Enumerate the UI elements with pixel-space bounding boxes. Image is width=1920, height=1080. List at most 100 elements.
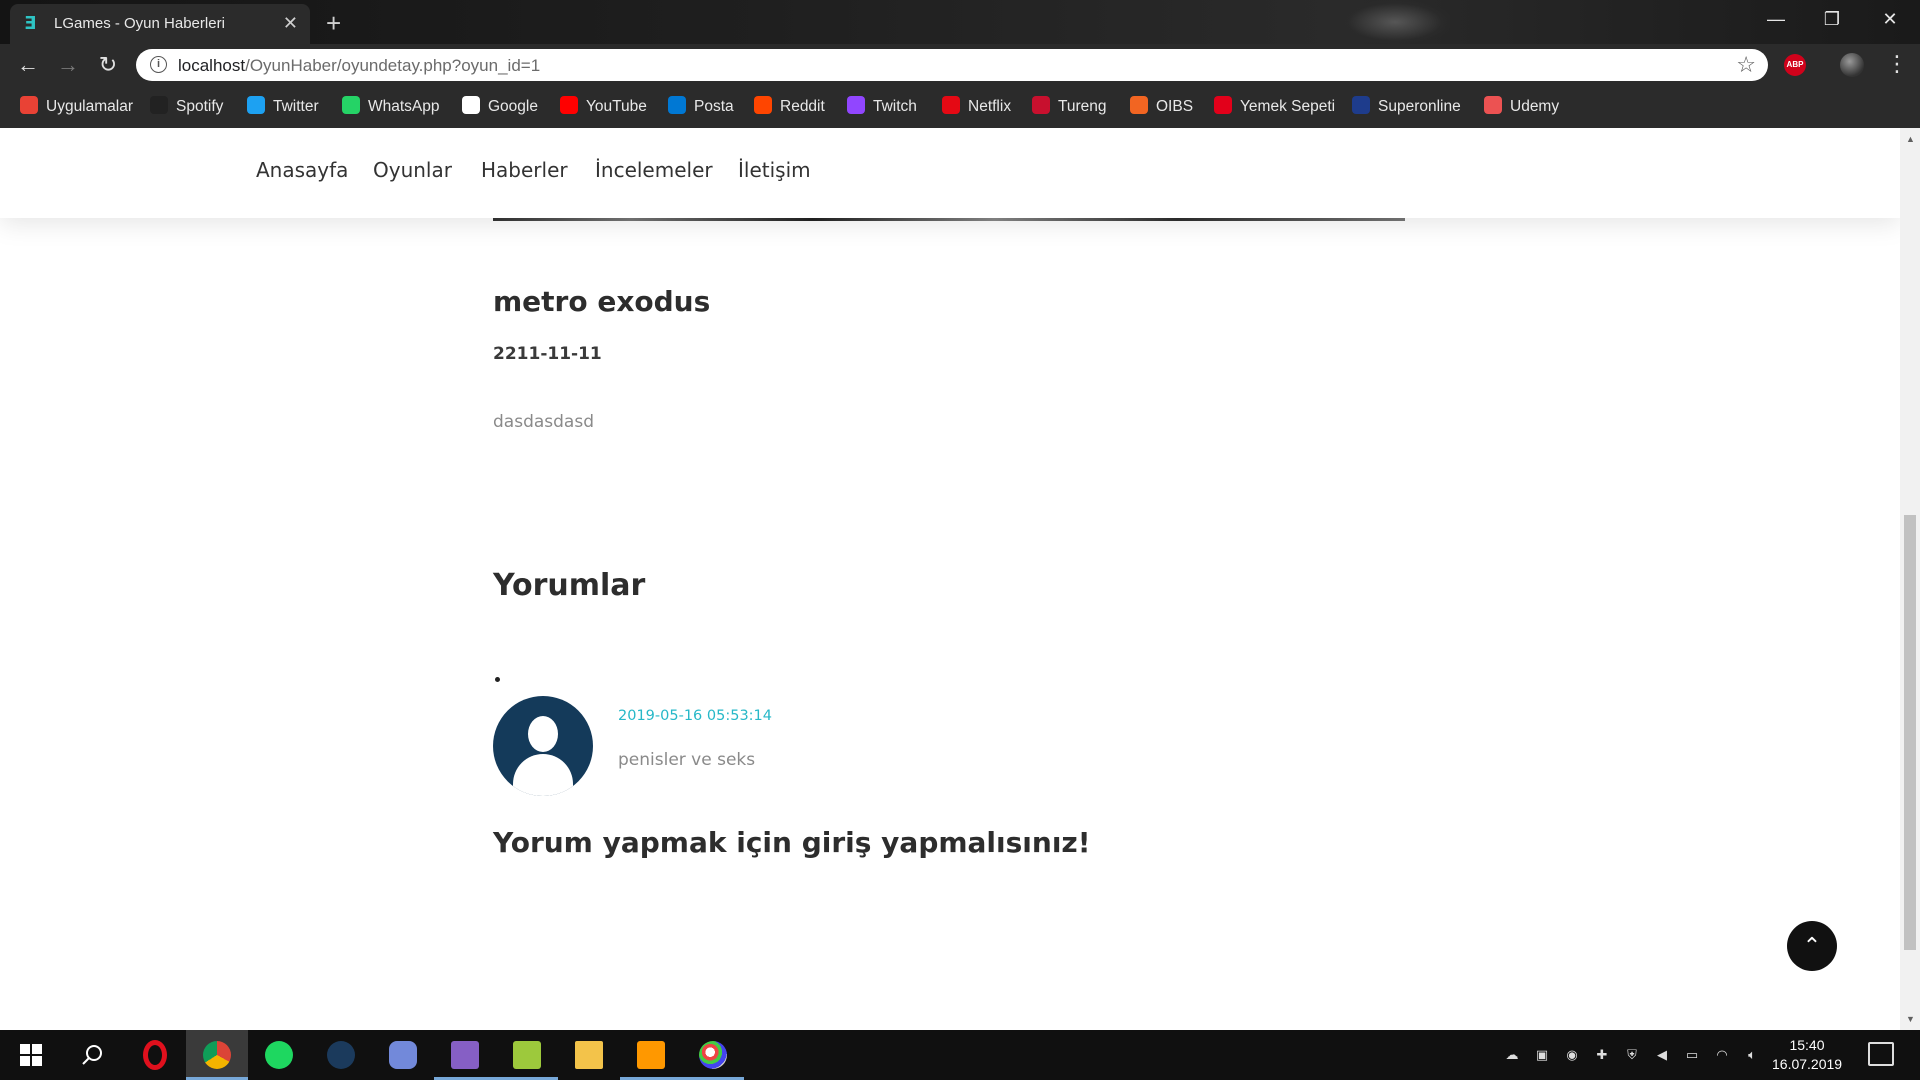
game-title: metro exodus [493,285,711,318]
volume-icon[interactable]: 🔈︎ [1742,1045,1762,1065]
bookmark-star-icon[interactable]: ☆ [1736,52,1756,78]
bookmark-oibs[interactable]: OIBS [1130,96,1193,118]
alert-icon[interactable]: ◀ [1652,1045,1672,1065]
google-icon [462,96,480,114]
bookmark-whatsapp[interactable]: WhatsApp [342,96,440,118]
antivirus-icon[interactable]: ✚ [1592,1045,1612,1065]
bookmark-tureng[interactable]: Tureng [1032,96,1107,118]
twitch-icon [847,96,865,114]
windows-start-icon[interactable] [0,1030,62,1080]
netflix-icon [942,96,960,114]
list-bullet [495,677,500,682]
login-required-note: Yorum yapmak için giriş yapmalısınız! [493,826,1091,859]
bookmark-label: Superonline [1378,98,1461,115]
discord-icon[interactable] [372,1030,434,1080]
forward-arrow-icon[interactable]: → [54,52,82,78]
game-release-date: 2211-11-11 [493,344,602,364]
nav-link-haberler[interactable]: Haberler [481,158,568,182]
browser-menu-icon[interactable]: ⋮ [1886,51,1908,77]
browser-toolbar: ← → ↻ i localhost/OyunHaber/oyundetay.ph… [0,44,1920,86]
action-center-icon[interactable] [1868,1042,1894,1066]
bookmark-label: Posta [694,98,734,115]
spotify-icon[interactable] [248,1030,310,1080]
file-explorer-icon[interactable] [558,1030,620,1080]
page-viewport: Anasayfa Oyunlar Haberler İncelemeler İl… [0,128,1900,1030]
bookmark-netflix[interactable]: Netflix [942,96,1011,118]
minimize-button[interactable]: — [1748,0,1804,40]
paint-icon[interactable] [682,1030,744,1080]
bookmark-yemek-sepeti[interactable]: Yemek Sepeti [1214,96,1335,118]
nav-link-oyunlar[interactable]: Oyunlar [373,158,452,182]
outlook-icon [668,96,686,114]
bookmark-uygulamalar[interactable]: Uygulamalar [20,96,133,118]
bookmark-label: OIBS [1156,98,1194,115]
sublime-text-icon[interactable] [620,1030,682,1080]
bookmark-label: YouTube [586,98,647,115]
yemeksepeti-icon [1214,96,1232,114]
search-icon[interactable] [62,1030,124,1080]
page-scrollbar[interactable]: ▲ ▼ [1900,128,1920,1030]
browser-tab[interactable]: Ǝ LGames - Oyun Haberleri ✕ [10,4,310,44]
youtube-icon [560,96,578,114]
steam-icon[interactable] [310,1030,372,1080]
bookmark-label: Udemy [1510,98,1560,115]
chrome-icon[interactable] [186,1030,248,1080]
address-bar[interactable]: i localhost/OyunHaber/oyundetay.php?oyun… [136,49,1768,81]
bookmark-posta[interactable]: Posta [668,96,734,118]
avatar-body-shape [513,754,573,796]
bookmark-twitter[interactable]: Twitter [247,96,319,118]
battery-icon[interactable]: ▭ [1682,1045,1702,1065]
profile-avatar[interactable] [1840,53,1864,77]
bookmark-label: Tureng [1058,98,1107,115]
chevron-up-icon: ⌃ [1802,933,1822,958]
windows-taskbar: ☁ ▣ ◉ ✚ ⛨ ◀ ▭ ◠ 🔈︎ 15:40 16.07.2019 [0,1030,1920,1080]
bookmark-superonline[interactable]: Superonline [1352,96,1461,118]
bookmark-label: Twitch [873,98,917,115]
display-icon[interactable]: ▣ [1532,1045,1552,1065]
back-arrow-icon[interactable]: ← [14,52,42,78]
restore-button[interactable]: ❐ [1804,0,1860,40]
bookmark-udemy[interactable]: Udemy [1484,96,1559,118]
scrollbar-thumb[interactable] [1904,515,1916,950]
new-tab-button[interactable]: + [326,8,341,39]
notepad-plus-icon[interactable] [496,1030,558,1080]
shield-icon[interactable]: ⛨ [1622,1045,1642,1065]
avatar-head-shape [528,716,558,752]
superonline-icon [1352,96,1370,114]
bookmark-label: Reddit [780,98,825,115]
nav-link-anasayfa[interactable]: Anasayfa [256,158,348,182]
visual-studio-icon[interactable] [434,1030,496,1080]
reload-icon[interactable]: ↻ [94,52,122,78]
bookmark-reddit[interactable]: Reddit [754,96,825,118]
close-window-button[interactable]: ✕ [1862,0,1918,40]
nav-link-incelemeler[interactable]: İncelemeler [595,158,713,182]
reddit-icon [754,96,772,114]
wifi-icon[interactable]: ◠ [1712,1045,1732,1065]
scroll-to-top-button[interactable]: ⌃ [1787,921,1837,971]
comment-text: penisler ve seks [618,750,756,770]
bookmark-google[interactable]: Google [462,96,538,118]
adblock-plus-icon[interactable]: ABP [1784,54,1806,76]
bookmark-label: Spotify [176,98,224,115]
url-path: /OyunHaber/oyundetay.php?oyun_id=1 [245,56,541,75]
opera-icon[interactable] [124,1030,186,1080]
tab-close-icon[interactable]: ✕ [283,13,298,34]
scroll-down-arrow-icon[interactable]: ▼ [1906,1014,1915,1024]
browser-title-bar: Ǝ LGames - Oyun Haberleri ✕ + — ❐ ✕ [0,0,1920,44]
site-header: Anasayfa Oyunlar Haberler İncelemeler İl… [0,128,1900,218]
cloud-sync-icon[interactable]: ☁ [1502,1045,1522,1065]
bookmark-spotify[interactable]: Spotify [150,96,223,118]
steam-tray-icon[interactable]: ◉ [1562,1045,1582,1065]
oibs-icon [1130,96,1148,114]
comments-heading: Yorumlar [493,568,646,603]
bookmark-twitch[interactable]: Twitch [847,96,917,118]
tureng-icon [1032,96,1050,114]
site-info-icon[interactable]: i [150,56,167,73]
bookmark-youtube[interactable]: YouTube [560,96,647,118]
nav-link-iletisim[interactable]: İletişim [738,158,811,182]
taskbar-clock[interactable]: 15:40 16.07.2019 [1772,1036,1842,1074]
bookmark-label: Netflix [968,98,1012,115]
address-url[interactable]: localhost/OyunHaber/oyundetay.php?oyun_i… [178,56,540,76]
bookmark-label: Uygulamalar [46,98,134,115]
scroll-up-arrow-icon[interactable]: ▲ [1906,134,1915,144]
